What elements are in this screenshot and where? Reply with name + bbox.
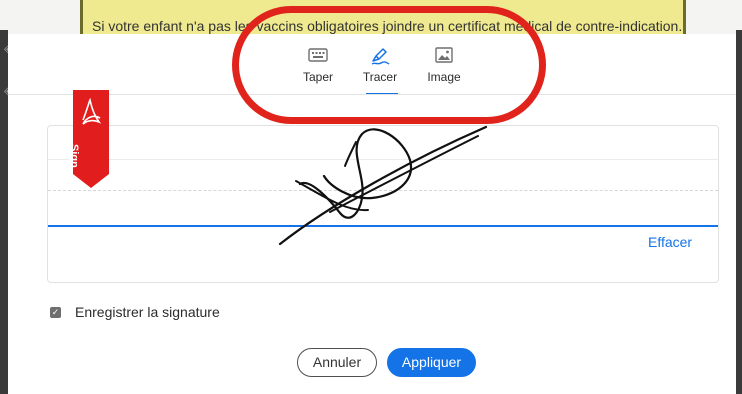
save-signature-label: Enregistrer la signature: [75, 304, 220, 320]
background-banner-text: Si votre enfant n'a pas les vaccins obli…: [92, 18, 683, 34]
clear-signature-button[interactable]: Effacer: [648, 234, 692, 250]
tab-tracer-label: Tracer: [362, 70, 398, 84]
sign-ribbon-label: Sign: [68, 144, 80, 168]
signature-baseline: [48, 225, 718, 227]
tab-taper-label: Taper: [302, 70, 334, 84]
sign-ribbon: Sign: [68, 90, 109, 188]
tab-tracer[interactable]: Tracer: [350, 44, 410, 84]
tabs-divider: [8, 94, 736, 95]
apply-button[interactable]: Appliquer: [387, 348, 476, 377]
tab-image-label: Image: [427, 70, 461, 84]
signature-dialog: Taper Tracer Image Effacer ✓ Enregistrer…: [8, 34, 736, 394]
signature-guide-dashed: [48, 190, 718, 191]
keyboard-icon: [308, 48, 328, 62]
signature-guide-line: [48, 159, 718, 160]
image-icon: [435, 47, 453, 63]
save-signature-checkbox[interactable]: ✓: [50, 307, 61, 318]
signature-canvas[interactable]: Effacer: [47, 125, 719, 283]
pen-draw-icon: [371, 48, 390, 65]
sign-ribbon-shape: [73, 90, 109, 188]
right-edge: [736, 30, 742, 394]
tab-image[interactable]: Image: [414, 44, 474, 84]
tab-taper[interactable]: Taper: [288, 44, 348, 84]
cancel-button[interactable]: Annuler: [297, 348, 377, 377]
